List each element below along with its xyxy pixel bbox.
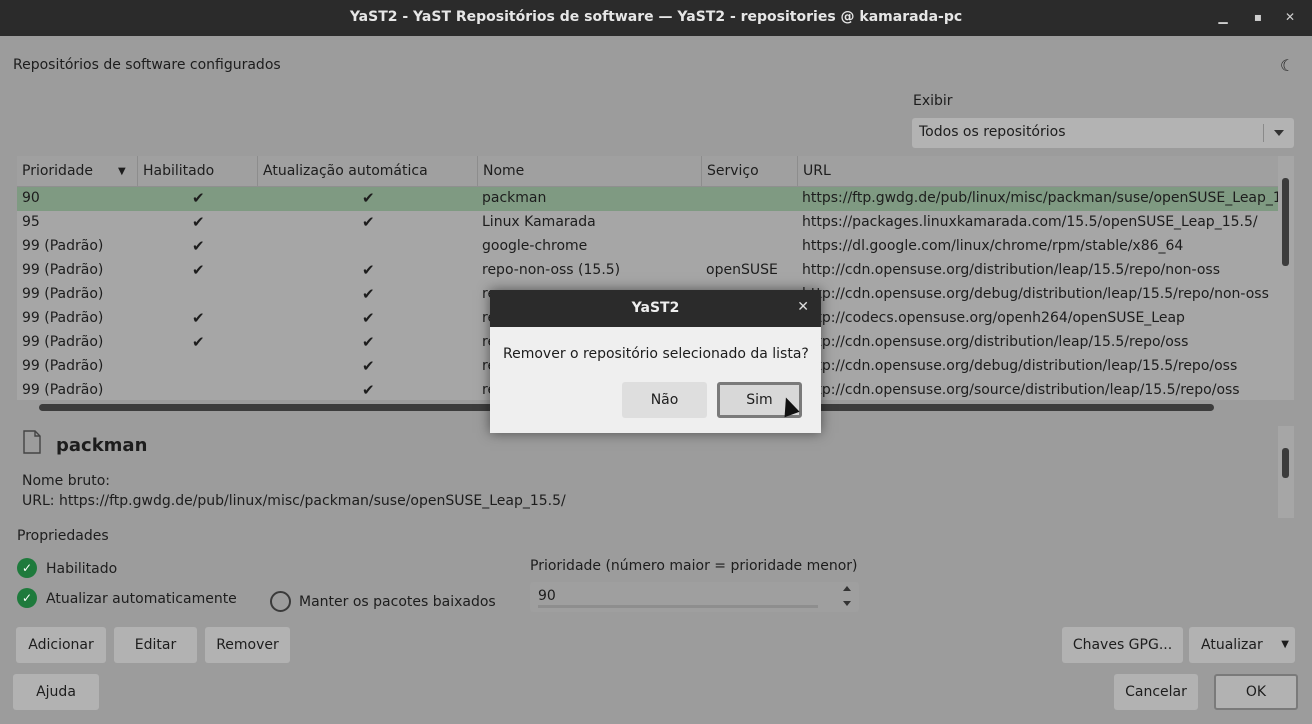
cell-url: http://cdn.opensuse.org/debug/distributi… <box>802 358 1238 374</box>
sort-descending-icon: ▼ <box>118 166 126 177</box>
cell-enabled: ✔ <box>192 189 205 207</box>
autorefresh-label: Atualizar automaticamente <box>46 591 237 607</box>
close-icon[interactable]: ✕ <box>797 299 809 315</box>
chevron-down-icon[interactable] <box>843 601 851 606</box>
cell-autorefresh: ✔ <box>362 189 375 207</box>
filter-label: Exibir <box>913 93 953 109</box>
cell-url: https://packages.linuxkamarada.com/15.5/… <box>802 214 1258 230</box>
help-button[interactable]: Ajuda <box>13 674 99 710</box>
cell-url: http://cdn.opensuse.org/source/distribut… <box>802 382 1240 398</box>
enabled-checkbox[interactable]: ✓ <box>17 558 37 578</box>
priority-value: 90 <box>538 588 556 604</box>
enabled-label: Habilitado <box>46 561 118 577</box>
table-row[interactable]: 99 (Padrão) ✔ google-chrome https://dl.goog… <box>17 235 1278 259</box>
column-header-url[interactable]: URL <box>798 156 1278 186</box>
cell-enabled: ✔ <box>192 261 205 279</box>
refresh-button-label: Atualizar <box>1201 637 1263 653</box>
autorefresh-checkbox[interactable]: ✓ <box>17 588 37 608</box>
chevron-down-icon[interactable] <box>1263 124 1294 142</box>
cell-priority: 99 (Padrão) <box>22 382 104 398</box>
details-vertical-scrollbar[interactable] <box>1278 426 1294 518</box>
repository-details: packman Nome bruto: URL: https://ftp.gwd… <box>17 426 1277 518</box>
cell-priority: 99 (Padrão) <box>22 358 104 374</box>
dialog-title: YaST2 <box>631 300 680 316</box>
cell-priority: 99 (Padrão) <box>22 286 104 302</box>
add-button[interactable]: Adicionar <box>16 627 106 663</box>
table-row[interactable]: 99 (Padrão) ✔ ✔ repo-non-oss (15.5) openSUSE… <box>17 259 1278 283</box>
column-header-label: Prioridade <box>22 163 94 179</box>
cell-url: https://ftp.gwdg.de/pub/linux/misc/packm… <box>802 190 1278 206</box>
moon-icon[interactable]: ☾ <box>1280 56 1294 75</box>
document-icon <box>23 430 41 454</box>
window-title: YaST2 - YaST Repositórios de software — … <box>349 9 963 25</box>
cell-priority: 99 (Padrão) <box>22 238 104 254</box>
column-header-priority[interactable]: Prioridade ▼ <box>17 156 138 186</box>
column-header-autorefresh[interactable]: Atualização automática <box>258 156 478 186</box>
cell-autorefresh: ✔ <box>362 213 375 231</box>
chevron-up-icon[interactable] <box>843 586 851 591</box>
confirm-dialog: YaST2 ✕ Remover o repositório selecionad… <box>490 290 821 433</box>
details-raw-name: Nome bruto: <box>22 473 111 489</box>
dialog-message: Remover o repositório selecionado da lis… <box>503 346 809 362</box>
table-vertical-scrollbar[interactable] <box>1278 156 1294 400</box>
cell-autorefresh: ✔ <box>362 357 375 375</box>
cell-autorefresh: ✔ <box>362 309 375 327</box>
table-row[interactable]: 90 ✔ ✔ packman https://ftp.gwdg.de/pub/linux… <box>17 187 1278 211</box>
cell-name: repo-non-oss (15.5) <box>482 262 621 278</box>
cell-url: https://dl.google.com/linux/chrome/rpm/s… <box>802 238 1184 254</box>
cell-priority: 95 <box>22 214 40 230</box>
no-button[interactable]: Não <box>622 382 707 418</box>
column-header-service[interactable]: Serviço <box>702 156 798 186</box>
cell-enabled: ✔ <box>192 333 205 351</box>
maximize-icon[interactable]: ▪ <box>1249 8 1267 26</box>
dialog-titlebar: YaST2 ✕ <box>490 290 821 327</box>
keep-packages-label: Manter os pacotes baixados <box>299 594 496 610</box>
gpg-keys-button[interactable]: Chaves GPG... <box>1062 627 1183 663</box>
filter-select[interactable]: Todos os repositórios <box>912 118 1294 148</box>
keep-packages-checkbox[interactable] <box>270 591 291 612</box>
window-titlebar: YaST2 - YaST Repositórios de software — … <box>0 0 1312 36</box>
scrollbar-thumb[interactable] <box>1282 448 1289 478</box>
filter-select-value: Todos os repositórios <box>919 124 1066 140</box>
priority-stepper[interactable]: 90 <box>530 582 859 612</box>
chevron-down-icon: ▼ <box>1281 639 1289 650</box>
cancel-button[interactable]: Cancelar <box>1114 674 1198 710</box>
cell-name: Linux Kamarada <box>482 214 596 230</box>
cell-priority: 99 (Padrão) <box>22 262 104 278</box>
cell-name: google-chrome <box>482 238 588 254</box>
cell-url: http://cdn.opensuse.org/distribution/lea… <box>802 262 1221 278</box>
cell-service: openSUSE <box>706 262 778 278</box>
table-header: Prioridade ▼ Habilitado Atualização auto… <box>17 156 1278 187</box>
cell-name: packman <box>482 190 547 206</box>
scrollbar-thumb[interactable] <box>1282 178 1289 266</box>
cell-autorefresh: ✔ <box>362 261 375 279</box>
priority-slider-track <box>538 605 818 608</box>
details-title: packman <box>56 435 148 456</box>
refresh-button[interactable]: Atualizar ▼ <box>1189 627 1295 663</box>
cell-priority: 90 <box>22 190 40 206</box>
cell-enabled: ✔ <box>192 237 205 255</box>
ok-button[interactable]: OK <box>1214 674 1298 710</box>
cell-autorefresh: ✔ <box>362 333 375 351</box>
table-row[interactable]: 95 ✔ ✔ Linux Kamarada https://packages.linux… <box>17 211 1278 235</box>
cell-autorefresh: ✔ <box>362 381 375 399</box>
cell-url: http://cdn.opensuse.org/distribution/lea… <box>802 334 1189 350</box>
properties-heading: Propriedades <box>17 528 109 544</box>
details-url: URL: https://ftp.gwdg.de/pub/linux/misc/… <box>22 493 566 509</box>
close-icon[interactable]: ✕ <box>1281 8 1299 26</box>
edit-button[interactable]: Editar <box>114 627 197 663</box>
cell-enabled: ✔ <box>192 309 205 327</box>
cell-autorefresh: ✔ <box>362 285 375 303</box>
cell-url: http://cdn.opensuse.org/debug/distributi… <box>802 286 1269 302</box>
priority-label: Prioridade (número maior = prioridade me… <box>530 558 858 574</box>
column-header-name[interactable]: Nome <box>478 156 702 186</box>
page-title: Repositórios de software configurados <box>13 57 281 73</box>
minimize-icon[interactable]: ▁ <box>1214 8 1232 26</box>
cell-priority: 99 (Padrão) <box>22 334 104 350</box>
cell-enabled: ✔ <box>192 213 205 231</box>
column-header-enabled[interactable]: Habilitado <box>138 156 258 186</box>
cell-priority: 99 (Padrão) <box>22 310 104 326</box>
cell-url: http://codecs.opensuse.org/openh264/open… <box>802 310 1185 326</box>
remove-button[interactable]: Remover <box>205 627 290 663</box>
